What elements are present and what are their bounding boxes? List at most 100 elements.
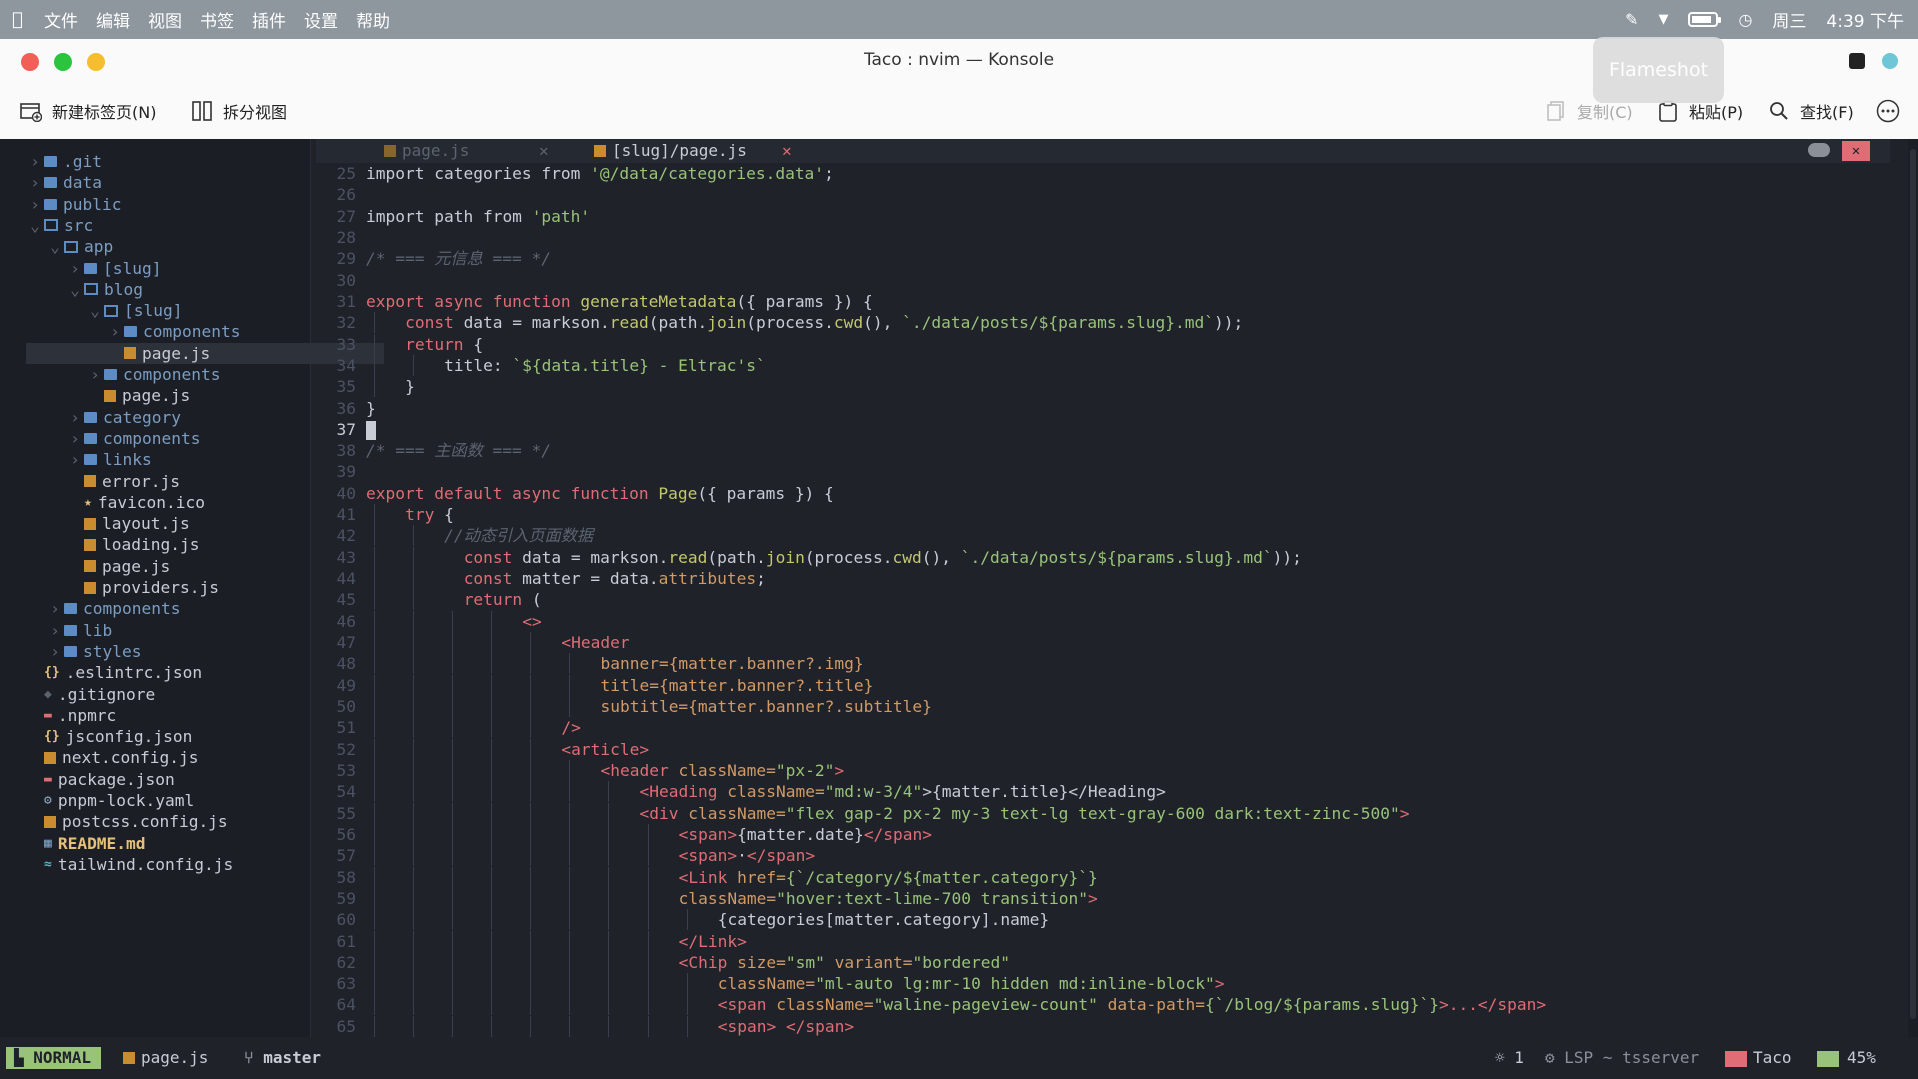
scrollbar-thumb[interactable] [1910, 149, 1916, 1019]
file-tree-item[interactable]: loading.js [0, 534, 199, 555]
file-tree-item[interactable]: ★ favicon.ico [0, 492, 205, 513]
chevron-icon[interactable]: › [46, 620, 64, 641]
menu-bookmarks[interactable]: 书签 [200, 7, 234, 32]
chevron-icon[interactable]: › [26, 194, 44, 215]
code-line[interactable]: 42 //动态引入页面数据 [316, 525, 594, 546]
code-line[interactable]: 36} [316, 398, 376, 419]
chevron-icon[interactable]: › [66, 407, 84, 428]
code-line[interactable]: 41 try { [316, 504, 454, 525]
tab-page-js[interactable]: page.js ✕ [384, 139, 549, 163]
code-line[interactable]: 37 [316, 419, 376, 440]
file-tree-item[interactable]: {} jsconfig.json [0, 726, 192, 747]
code-line[interactable]: 65 <span> </span> [316, 1016, 855, 1037]
chevron-icon[interactable]: › [46, 598, 64, 619]
tab-slug-page-js[interactable]: [slug]/page.js ✕ [594, 139, 792, 163]
file-tree-item[interactable]: postcss.config.js [0, 811, 228, 832]
code-line[interactable]: 34 title: `${data.title} - Eltrac's` [316, 355, 766, 376]
menu-settings[interactable]: 设置 [304, 7, 338, 32]
file-tree-item[interactable]: ≈ tailwind.config.js [0, 854, 233, 875]
code-line[interactable]: 38 /* === 主函数 === */ [316, 440, 552, 461]
chevron-icon[interactable]: ⌄ [66, 279, 84, 300]
code-line[interactable]: 57 <span>·</span> [316, 845, 816, 866]
file-tree-item[interactable]: {} .eslintrc.json [0, 662, 202, 683]
split-view-button[interactable]: 拆分视图 [191, 99, 287, 123]
code-line[interactable]: 60 {categories[matter.category].name} [316, 909, 1050, 930]
file-tree-item[interactable]: ▦ README.md [0, 833, 146, 854]
file-tree-item[interactable]: ◆ .gitignore [0, 684, 155, 705]
code-line[interactable]: 40 export default async function Page({ p… [316, 483, 834, 504]
new-tab-button[interactable]: 新建标签页(N) [20, 99, 156, 123]
battery-icon[interactable] [1688, 12, 1722, 27]
file-tree-item[interactable]: › components [0, 428, 200, 449]
code-line[interactable]: 47 <Header [316, 632, 630, 653]
menu-help[interactable]: 帮助 [356, 7, 390, 32]
code-line[interactable]: 51 /> [316, 717, 581, 738]
more-options-button[interactable] [1876, 99, 1900, 123]
code-line[interactable]: 44 const matter = data.attributes; [316, 568, 766, 589]
code-line[interactable]: 64 <span className="waline-pageview-count… [316, 994, 1547, 1015]
file-tree-item[interactable]: › .git [0, 151, 102, 172]
file-tree-item[interactable]: ⌄ [slug] [0, 300, 182, 321]
menu-edit[interactable]: 编辑 [96, 7, 130, 32]
file-tree-item[interactable]: › lib [0, 620, 112, 641]
feather-icon[interactable]: ✎ [1625, 10, 1638, 29]
clock-icon[interactable]: ◷ [1738, 10, 1752, 29]
file-tree-item[interactable]: › components [0, 321, 240, 342]
find-button[interactable]: 查找(F) [1768, 99, 1854, 123]
file-tree-item[interactable]: ▬ package.json [0, 769, 175, 790]
code-line[interactable]: 31 export async function generateMetadata… [316, 291, 873, 312]
chevron-icon[interactable]: ⌄ [86, 300, 104, 321]
menubar-time[interactable]: 4:39 下午 [1826, 7, 1904, 32]
file-tree-item[interactable]: ⌄ blog [0, 279, 143, 300]
menu-view[interactable]: 视图 [148, 7, 182, 32]
code-line[interactable]: 39 [316, 461, 366, 482]
file-tree-item[interactable]: › components [0, 598, 180, 619]
file-tree-item[interactable]: ⌄ app [0, 236, 113, 257]
chevron-icon[interactable]: ⌄ [46, 236, 64, 257]
code-line[interactable]: 27 import path from 'path' [316, 206, 591, 227]
code-line[interactable]: 62 <Chip size="sm" variant="bordered" [316, 952, 1011, 973]
code-line[interactable]: 48 banner={matter.banner?.img} [316, 653, 864, 674]
file-tree-item[interactable]: ⚙ pnpm-lock.yaml [0, 790, 194, 811]
code-line[interactable]: 58 <Link href={`/category/${matter.catego… [316, 867, 1098, 888]
file-tree-item[interactable]: layout.js [0, 513, 190, 534]
code-line[interactable]: 49 title={matter.banner?.title} [316, 675, 874, 696]
chevron-icon[interactable]: › [46, 641, 64, 662]
menu-plugins[interactable]: 插件 [252, 7, 286, 32]
code-line[interactable]: 46 <> [316, 611, 542, 632]
tab-close-icon[interactable]: ✕ [782, 139, 792, 163]
code-line[interactable]: 30 [316, 270, 366, 291]
chevron-icon[interactable]: › [26, 151, 44, 172]
file-tree-item[interactable]: ⌄ src [0, 215, 93, 236]
scrollbar[interactable] [1908, 139, 1918, 1037]
chevron-icon[interactable]: › [106, 321, 124, 342]
file-tree-item[interactable]: error.js [0, 471, 180, 492]
apple-icon[interactable]:  [12, 9, 32, 30]
file-tree-item[interactable]: next.config.js [0, 747, 198, 768]
code-line[interactable]: 26 [316, 184, 366, 205]
chevron-icon[interactable]: › [66, 428, 84, 449]
file-tree-item[interactable]: page.js [0, 385, 190, 406]
file-tree-item[interactable]: › public [0, 194, 121, 215]
chevron-icon[interactable]: › [66, 258, 84, 279]
code-line[interactable]: 45 return ( [316, 589, 542, 610]
wifi-icon[interactable]: ▼ [1658, 12, 1668, 27]
file-tree-item[interactable]: page.js [0, 556, 170, 577]
menu-file[interactable]: 文件 [44, 7, 78, 32]
file-tree-item[interactable]: › data [0, 172, 102, 193]
code-line[interactable]: 61 </Link> [316, 931, 747, 952]
code-line[interactable]: 56 <span>{matter.date}</span> [316, 824, 933, 845]
chevron-icon[interactable]: ⌄ [26, 215, 44, 236]
chevron-icon[interactable]: › [86, 364, 104, 385]
toggle-icon[interactable] [1808, 143, 1830, 157]
code-editor[interactable]: 25 import categories from '@/data/categor… [316, 163, 1890, 1037]
terminal-area[interactable]: › .git › data › public ⌄ src ⌄ app › [slug] ⌄ blog ⌄ [s… [0, 139, 1918, 1079]
file-tree-item[interactable]: › styles [0, 641, 141, 662]
code-line[interactable]: 53 <header className="px-2"> [316, 760, 845, 781]
code-line[interactable]: 54 <Heading className="md:w-3/4">{matter.… [316, 781, 1166, 802]
code-line[interactable]: 59 className="hover:text-lime-700 transit… [316, 888, 1098, 909]
code-line[interactable]: 52 <article> [316, 739, 650, 760]
menubar-day[interactable]: 周三 [1772, 7, 1806, 32]
file-tree-item[interactable]: ▬ .npmrc [0, 705, 116, 726]
code-line[interactable]: 29 /* === 元信息 === */ [316, 248, 552, 269]
